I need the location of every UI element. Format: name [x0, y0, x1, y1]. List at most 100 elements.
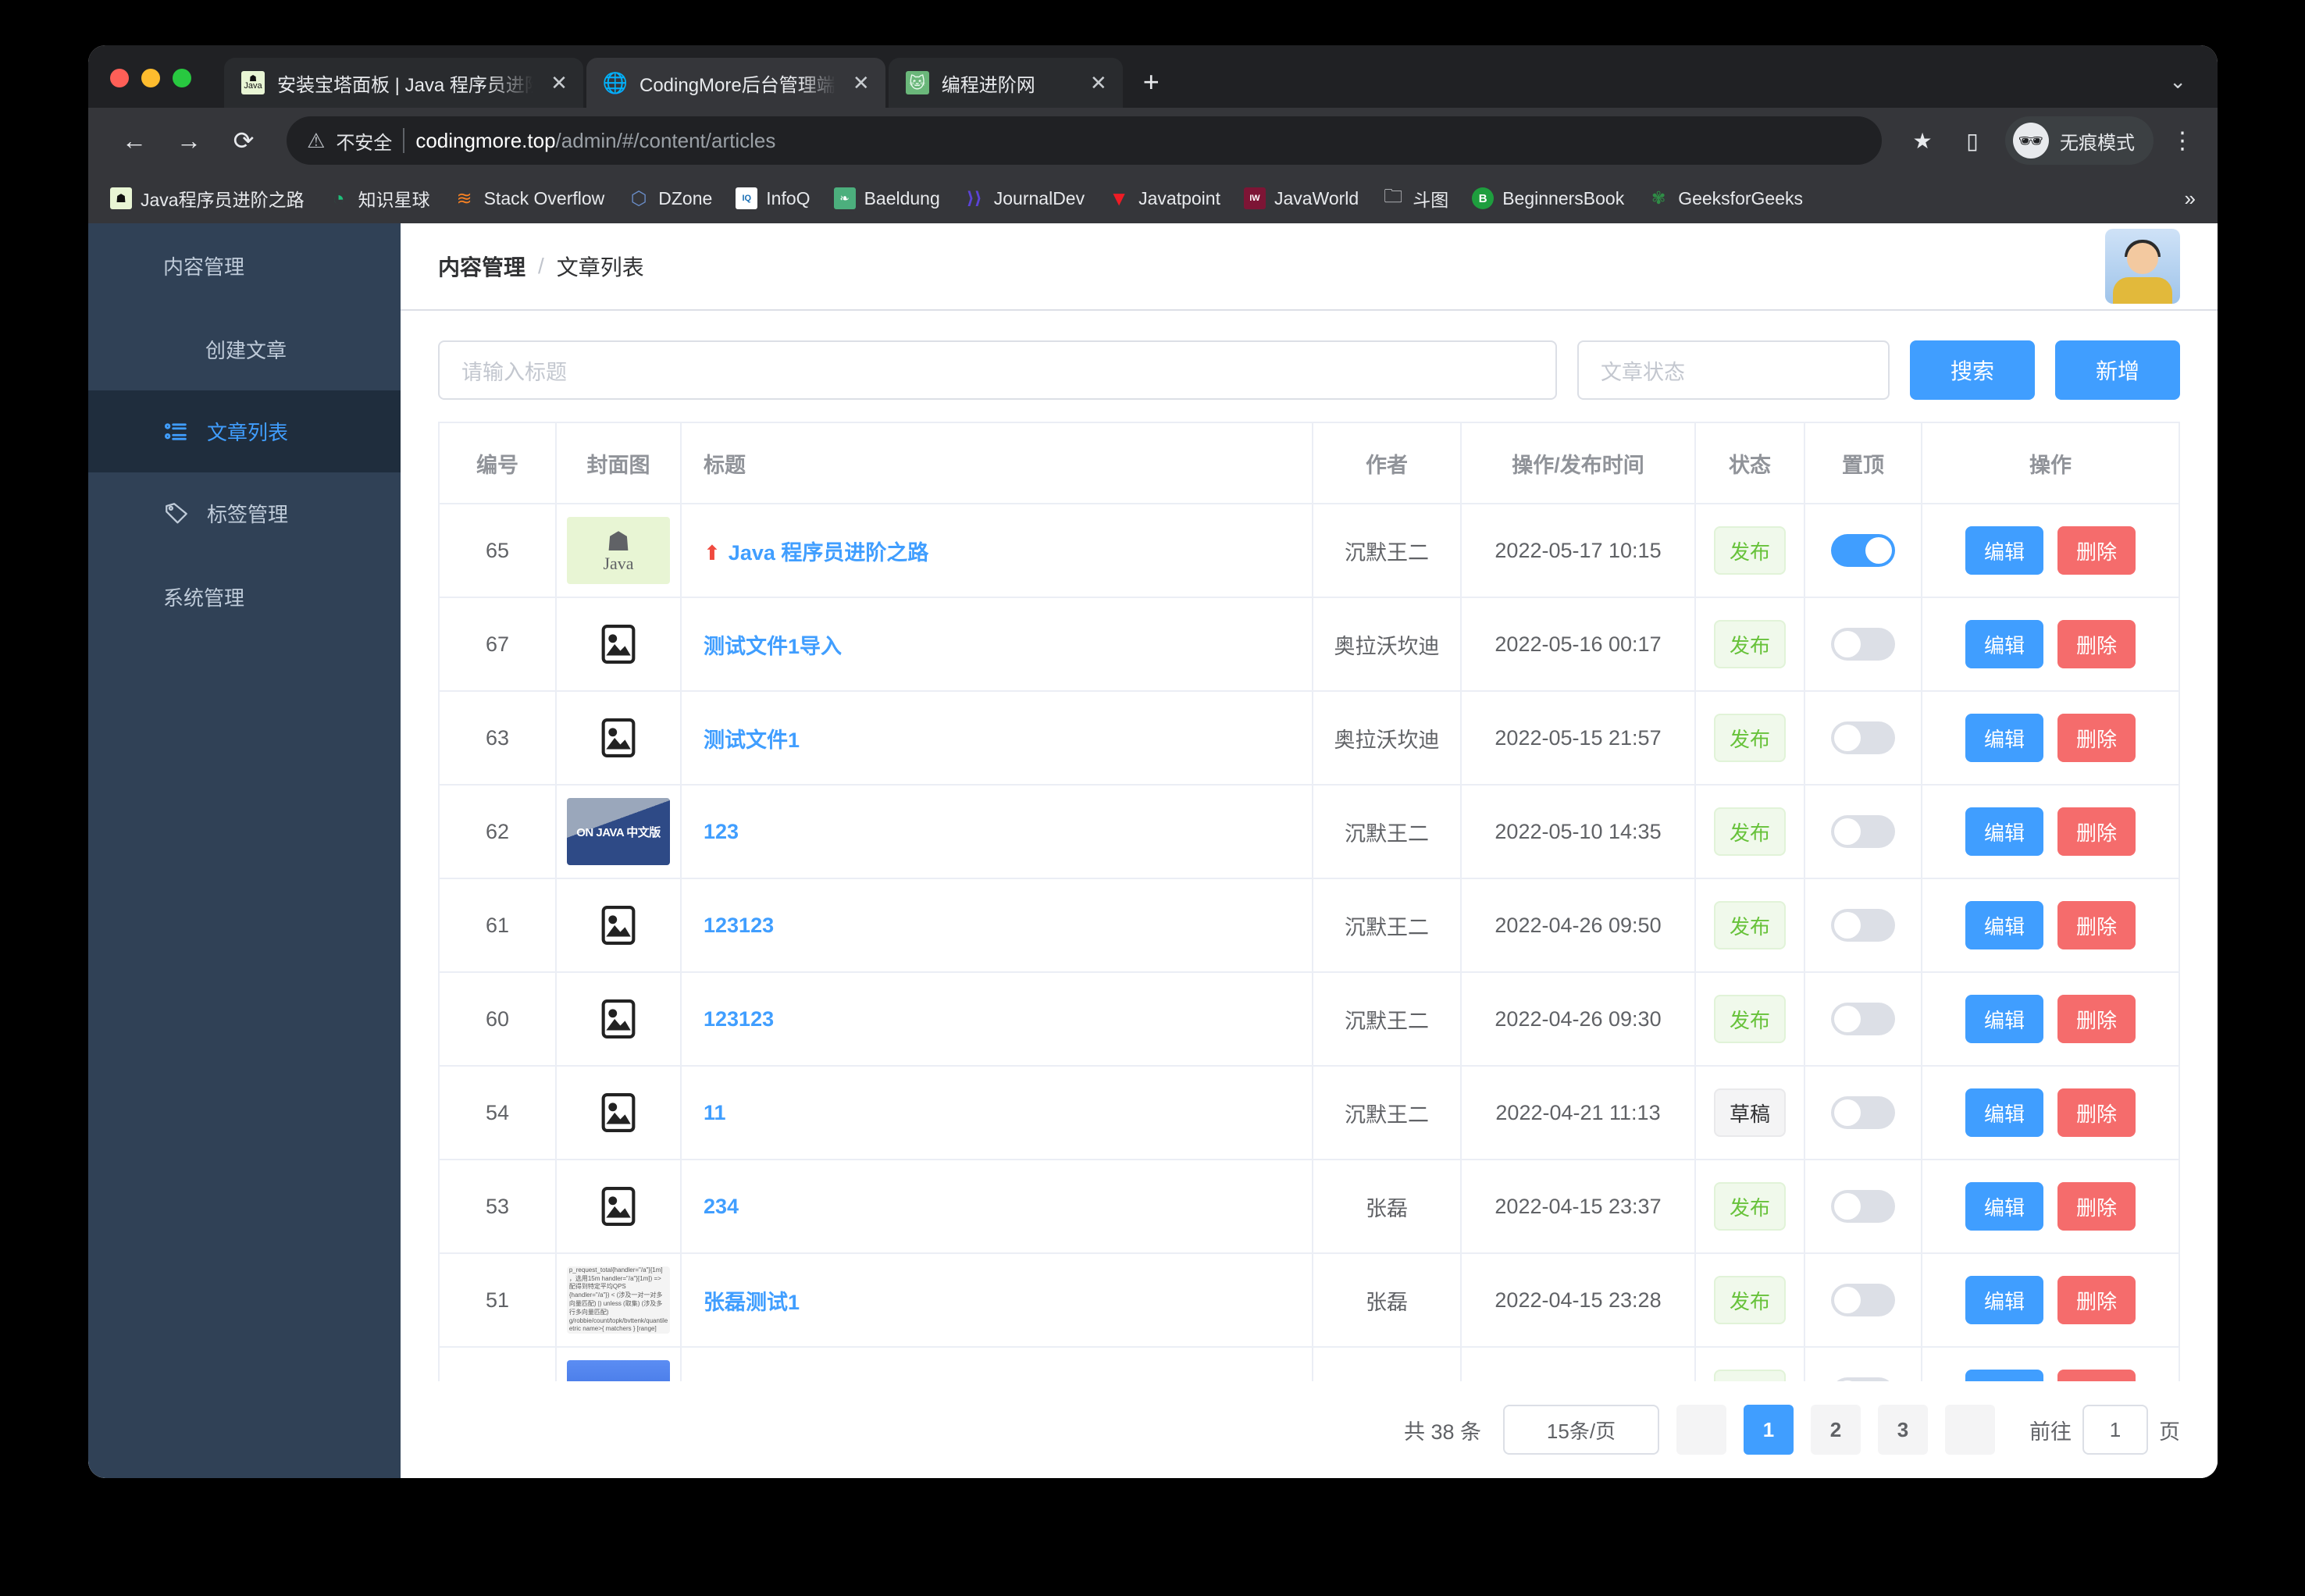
table-row[interactable]: 53 234 张磊 2022-04-15 23:37 发布 编辑 删除 [438, 1160, 2180, 1254]
page-button-2[interactable]: 2 [1811, 1405, 1861, 1455]
top-toggle[interactable] [1831, 815, 1895, 848]
article-title-link[interactable]: 123123 [704, 1007, 774, 1031]
bookmark-item[interactable]: ✾ GeeksforGeeks [1648, 187, 1803, 209]
bookmark-item[interactable]: ≋ Stack Overflow [454, 187, 605, 209]
bookmark-item[interactable]: ☗ Java程序员进阶之路 [110, 185, 305, 212]
table-row[interactable]: 成位高分卫 发布 编辑 删除 [438, 1347, 2180, 1381]
edit-button[interactable]: 编辑 [1965, 714, 2043, 762]
article-title-link[interactable]: Java 程序员进阶之路 [729, 541, 929, 565]
article-title-link[interactable]: 234 [704, 1195, 739, 1218]
article-title-link[interactable]: 123123 [704, 914, 774, 937]
browser-tab-3[interactable]: 🐱 编程进阶网 ✕ [888, 58, 1123, 108]
table-row[interactable]: 60 123123 沉默王二 2022-04-26 09:30 发布 编辑 删除 [438, 972, 2180, 1067]
next-page-button[interactable] [1945, 1405, 1995, 1455]
bookmark-item[interactable]: ⟩⟩ JournalDev [964, 187, 1085, 209]
article-title-link[interactable]: 123 [704, 820, 739, 843]
delete-button[interactable]: 删除 [2057, 1276, 2136, 1324]
new-tab-button[interactable]: + [1143, 66, 1160, 98]
search-title-input[interactable]: 请输入标题 [438, 340, 1557, 400]
top-toggle[interactable] [1831, 534, 1895, 567]
browser-tab-1[interactable]: ☗Java 安装宝塔面板 | Java 程序员进阶之路 ✕ [224, 58, 583, 108]
back-button[interactable]: ← [110, 116, 159, 165]
prev-page-button[interactable] [1676, 1405, 1726, 1455]
top-toggle[interactable] [1831, 1190, 1895, 1223]
edit-button[interactable]: 编辑 [1965, 995, 2043, 1043]
top-toggle[interactable] [1831, 1284, 1895, 1316]
table-row[interactable]: 61 123123 沉默王二 2022-04-26 09:50 发布 编辑 删除 [438, 878, 2180, 973]
delete-button[interactable]: 删除 [2057, 526, 2136, 575]
article-title-link[interactable]: 测试文件1 [704, 729, 800, 752]
table-row[interactable]: 63 测试文件1 奥拉沃坎迪 2022-05-15 21:57 发布 编辑 删除 [438, 691, 2180, 786]
article-title-link[interactable]: 11 [704, 1101, 726, 1124]
add-button[interactable]: 新增 [2054, 340, 2180, 400]
status-select[interactable]: 文章状态 [1576, 340, 1890, 400]
bookmark-item[interactable]: ◔ 知识星球 [328, 185, 430, 212]
delete-button[interactable]: 删除 [2057, 620, 2136, 668]
bookmark-star-icon[interactable]: ★ [1901, 128, 1944, 154]
close-tab-button[interactable]: ✕ [1085, 71, 1112, 95]
side-panel-icon[interactable]: ▯ [1951, 128, 1994, 154]
article-title-link[interactable]: 测试文件1导入 [704, 635, 842, 658]
edit-button[interactable]: 编辑 [1965, 901, 2043, 949]
sidebar-group-content[interactable]: 内容管理 [88, 223, 401, 308]
close-tab-button[interactable]: ✕ [848, 71, 875, 95]
bookmark-item[interactable]: ⬡ DZone [628, 187, 713, 209]
reload-button[interactable]: ⟳ [219, 116, 268, 165]
address-bar[interactable]: ⚠ 不安全 codingmore.top/admin/#/content/art… [287, 116, 1882, 165]
table-row[interactable]: 51p_request_total{handler="/a"} ，选用handl… [438, 1253, 2180, 1348]
table-row[interactable]: 54 11 沉默王二 2022-04-21 11:13 草稿 编辑 删除 [438, 1066, 2180, 1160]
close-window-button[interactable] [110, 69, 129, 87]
top-toggle[interactable] [1831, 1003, 1895, 1035]
table-row[interactable]: 67 测试文件1导入 奥拉沃坎迪 2022-05-16 00:17 发布 编辑 删除 [438, 597, 2180, 692]
forward-button[interactable]: → [165, 116, 213, 165]
jump-page-input[interactable]: 1 [2082, 1405, 2148, 1455]
bookmark-item[interactable]: IW JavaWorld [1243, 187, 1359, 209]
sidebar-group-system[interactable]: 系统管理 [88, 554, 401, 639]
bookmarks-overflow-button[interactable]: » [2185, 187, 2196, 211]
avatar[interactable] [2105, 229, 2180, 304]
edit-button[interactable]: 编辑 [1965, 526, 2043, 575]
delete-button[interactable]: 删除 [2057, 807, 2136, 856]
table-row[interactable]: 62 ON JAVA 中文版 123 沉默王二 2022-05-10 14:35 发布 编辑… [438, 785, 2180, 879]
bookmark-item[interactable]: ▼ Javatpoint [1108, 187, 1220, 209]
page-button-1[interactable]: 1 [1744, 1405, 1794, 1455]
search-button[interactable]: 搜索 [1909, 340, 2035, 400]
top-toggle[interactable] [1831, 721, 1895, 754]
close-tab-button[interactable]: ✕ [546, 71, 572, 95]
delete-button[interactable]: 删除 [2057, 995, 2136, 1043]
sidebar-item-create-article[interactable]: 创建文章 [88, 308, 401, 390]
sidebar-item-tag-management[interactable]: 标签管理 [88, 472, 401, 554]
edit-button[interactable]: 编辑 [1965, 620, 2043, 668]
bookmark-item[interactable]: ❧ Baeldung [833, 187, 940, 209]
edit-button[interactable]: 编辑 [1965, 1088, 2043, 1137]
edit-button[interactable]: 编辑 [1965, 1276, 2043, 1324]
top-toggle[interactable] [1831, 1377, 1895, 1381]
bookmark-item[interactable]: B BeginnersBook [1472, 187, 1624, 209]
cover-thumbnail[interactable]: ON JAVA 中文版 [567, 798, 670, 865]
page-size-select[interactable]: 15条/页 [1503, 1405, 1659, 1455]
incognito-indicator[interactable]: 🕶 无痕模式 [2005, 116, 2154, 165]
maximize-window-button[interactable] [173, 69, 191, 87]
delete-button[interactable]: 删除 [2057, 1370, 2136, 1381]
delete-button[interactable]: 删除 [2057, 901, 2136, 949]
chrome-menu-icon[interactable]: ⋮ [2169, 127, 2196, 155]
bookmark-item[interactable]: IQ InfoQ [736, 187, 810, 209]
browser-tab-2[interactable]: 🌐 CodingMore后台管理端 ✕ [586, 58, 885, 108]
sidebar-item-article-list[interactable]: 文章列表 [88, 390, 401, 472]
cover-thumbnail[interactable]: 成位高分卫 [567, 1360, 670, 1381]
top-toggle[interactable] [1831, 909, 1895, 942]
chevron-down-icon[interactable]: ⌄ [2169, 69, 2186, 94]
window-controls[interactable] [110, 69, 191, 108]
cover-thumbnail[interactable]: p_request_total{handler="/a"} ，选用handler… [567, 1266, 670, 1334]
article-title-link[interactable]: 张磊测试1 [704, 1291, 800, 1314]
top-toggle[interactable] [1831, 1096, 1895, 1129]
breadcrumb-parent[interactable]: 内容管理 [438, 251, 525, 282]
edit-button[interactable]: 编辑 [1965, 1182, 2043, 1231]
delete-button[interactable]: 删除 [2057, 1088, 2136, 1137]
top-toggle[interactable] [1831, 628, 1895, 661]
table-row[interactable]: 65 ☗ Java ⬆ Java 程序员进阶之路 沉默王二 2022-05-17 10:15… [438, 504, 2180, 598]
bookmark-item[interactable]: 🗀 斗图 [1382, 185, 1448, 212]
edit-button[interactable]: 编辑 [1965, 1370, 2043, 1381]
edit-button[interactable]: 编辑 [1965, 807, 2043, 856]
page-button-3[interactable]: 3 [1878, 1405, 1928, 1455]
